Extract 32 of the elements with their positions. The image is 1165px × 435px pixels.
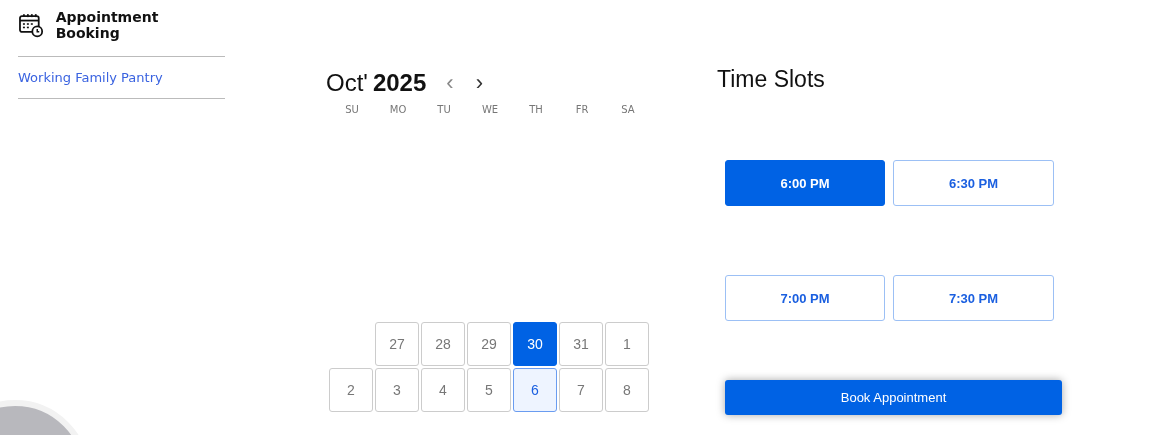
- weekday-label: WE: [480, 104, 500, 115]
- date-button[interactable]: 2: [329, 368, 373, 412]
- date-button[interactable]: 6: [513, 368, 557, 412]
- date-button[interactable]: 31: [559, 322, 603, 366]
- weekday-label: TH: [528, 104, 544, 115]
- time-slot-button[interactable]: 7:00 PM: [725, 275, 885, 321]
- time-slot-button[interactable]: 6:00 PM: [725, 160, 885, 206]
- calendar-clock-icon: [18, 12, 44, 38]
- time-slot-button[interactable]: 7:30 PM: [893, 275, 1054, 321]
- date-button[interactable]: 8: [605, 368, 649, 412]
- date-button[interactable]: 29: [467, 322, 511, 366]
- date-button[interactable]: 28: [421, 322, 465, 366]
- section-title: Time Slots: [717, 66, 826, 94]
- month-title: Oct' 2025: [326, 69, 427, 97]
- weekday-label: TU: [436, 104, 452, 115]
- weekday-label: SU: [344, 104, 360, 115]
- date-button[interactable]: 1: [605, 322, 649, 366]
- weekday-label: FR: [574, 104, 590, 115]
- date-button[interactable]: 7: [559, 368, 603, 412]
- app-title: Appointment Booking: [55, 9, 160, 41]
- previous-month-button[interactable]: ‹: [438, 70, 462, 96]
- weekday-label: SA: [620, 104, 636, 115]
- time-slot-button[interactable]: 6:30 PM: [893, 160, 1054, 206]
- book-appointment-button[interactable]: Book Appointment: [725, 380, 1062, 415]
- date-button[interactable]: 4: [421, 368, 465, 412]
- date-button[interactable]: 5: [467, 368, 511, 412]
- next-month-button[interactable]: ›: [467, 70, 491, 96]
- sidebar-link[interactable]: Working Family Pantry: [18, 57, 225, 99]
- date-button[interactable]: 3: [375, 368, 419, 412]
- date-button[interactable]: 27: [375, 322, 419, 366]
- weekday-label: MO: [388, 104, 408, 115]
- date-button[interactable]: 30: [513, 322, 557, 366]
